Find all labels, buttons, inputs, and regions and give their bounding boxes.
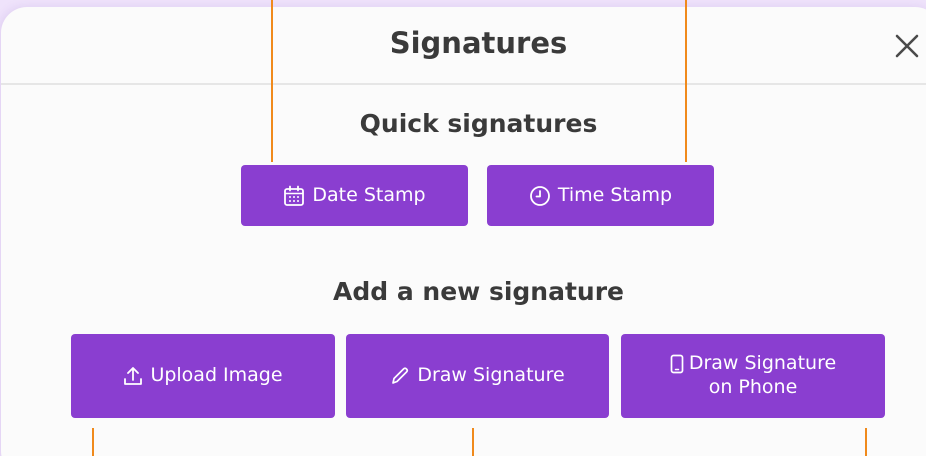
- draw-signature-label: Draw Signature: [417, 364, 565, 387]
- quick-signatures-heading: Quick signatures: [359, 109, 598, 138]
- guide-line-time: [685, 0, 687, 162]
- time-stamp-button[interactable]: Time Stamp: [487, 165, 714, 226]
- modal-title: Signatures: [389, 26, 568, 60]
- pen-icon: [390, 366, 410, 386]
- close-icon: [895, 34, 919, 58]
- guide-line-date: [271, 0, 273, 162]
- modal-header: Signatures: [1, 7, 926, 85]
- phone-icon: [670, 354, 684, 374]
- date-stamp-label: Date Stamp: [312, 183, 426, 206]
- guide-line-phone: [865, 428, 867, 456]
- guide-line-draw: [472, 428, 474, 456]
- close-button[interactable]: [894, 33, 920, 59]
- upload-image-label: Upload Image: [150, 364, 283, 387]
- calendar-icon: [283, 185, 305, 207]
- add-signature-heading: Add a new signature: [332, 277, 624, 306]
- upload-icon: [123, 365, 143, 387]
- upload-image-button[interactable]: Upload Image: [71, 334, 335, 418]
- phone-label-line-1: Draw Signature: [688, 352, 837, 375]
- draw-signature-phone-button[interactable]: Draw Signature on Phone: [621, 334, 885, 418]
- time-stamp-label: Time Stamp: [557, 183, 673, 206]
- draw-signature-button[interactable]: Draw Signature: [346, 334, 609, 418]
- phone-button-line-1: Draw Signature: [670, 352, 836, 376]
- stage: Signatures Quick signatures Date Stamp T…: [0, 0, 926, 456]
- phone-label-line-2: on Phone: [708, 376, 798, 398]
- signatures-modal: Signatures Quick signatures Date Stamp T…: [1, 7, 926, 456]
- date-stamp-button[interactable]: Date Stamp: [241, 165, 468, 226]
- guide-line-upload: [92, 428, 94, 456]
- clock-icon: [529, 185, 551, 207]
